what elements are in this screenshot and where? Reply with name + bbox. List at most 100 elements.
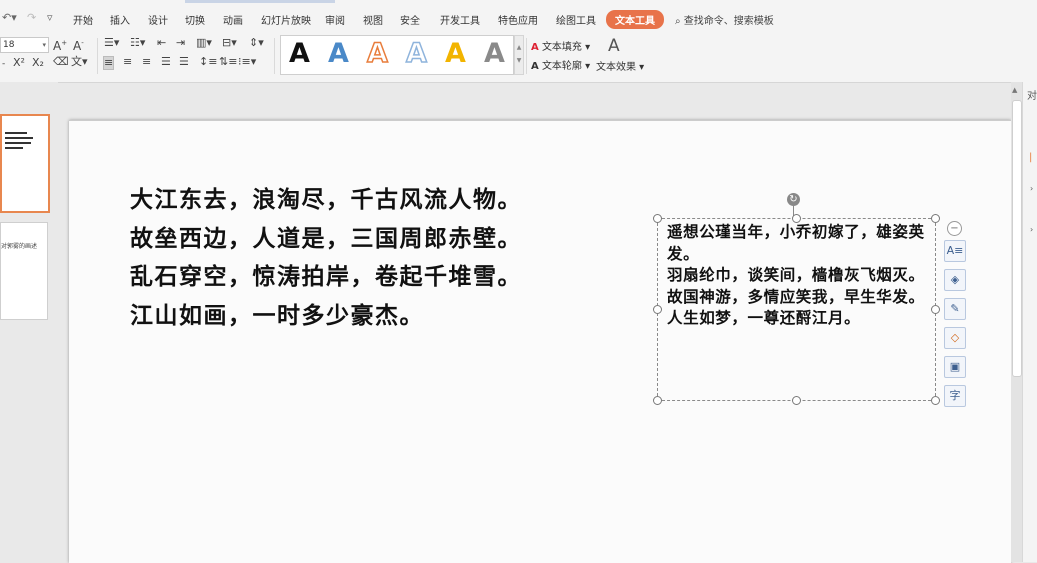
tab-insert[interactable]: 插入 bbox=[110, 12, 130, 27]
decrease-indent-icon[interactable]: ⇤ bbox=[157, 37, 166, 49]
slide-thumbnail-label: 对郭雾的画述 bbox=[1, 243, 38, 250]
wordart-style-black[interactable]: A bbox=[289, 37, 310, 71]
text-effect-icon[interactable]: A bbox=[608, 36, 620, 56]
increase-indent-icon[interactable]: ⇥ bbox=[176, 37, 185, 49]
tab-view[interactable]: 视图 bbox=[363, 12, 383, 27]
paragraph-spacing-icon[interactable]: ⇅≡ bbox=[219, 56, 237, 68]
right-panel-tab-marker[interactable]: | bbox=[1029, 152, 1032, 163]
resize-handle[interactable] bbox=[653, 396, 662, 405]
scroll-up-icon[interactable]: ▲ bbox=[1012, 86, 1017, 94]
resize-handle[interactable] bbox=[653, 214, 662, 223]
more-icon[interactable]: - bbox=[2, 58, 5, 70]
resize-handle[interactable] bbox=[792, 396, 801, 405]
character-format-icon[interactable]: 字 bbox=[944, 385, 966, 407]
tab-security[interactable]: 安全 bbox=[400, 12, 420, 27]
distributed-icon[interactable]: ☰ bbox=[179, 56, 189, 68]
redo-icon[interactable]: ↷ bbox=[27, 11, 36, 24]
layers-icon[interactable]: ◈ bbox=[944, 269, 966, 291]
tab-animations[interactable]: 动画 bbox=[223, 12, 243, 27]
ribbon: ↶▾ ↷ ▿ 开始 插入 设计 切换 动画 幻灯片放映 审阅 视图 安全 开发工… bbox=[0, 0, 1037, 83]
poem-text-block-left[interactable]: 大江东去，浪淘尽，千古风流人物。 故垒西边，人道是，三国周郎赤壁。 乱石穿空，惊… bbox=[130, 181, 522, 335]
undo-icon[interactable]: ↶▾ bbox=[2, 11, 17, 24]
poem-line: 故国神游，多情应笑我，早生华发。 bbox=[667, 286, 925, 306]
eraser-icon[interactable]: ⌫ bbox=[53, 56, 69, 68]
align-left-icon[interactable]: ≡ bbox=[103, 56, 115, 70]
tab-slideshow[interactable]: 幻灯片放映 bbox=[261, 12, 311, 27]
resize-handle[interactable] bbox=[792, 214, 801, 223]
increase-font-size-icon[interactable]: A+ bbox=[53, 37, 67, 52]
text-outline-label: 文本轮廓 bbox=[541, 61, 582, 72]
text-fill-button[interactable]: A 文本填充 ▾ bbox=[531, 38, 590, 53]
decrease-font-size-icon[interactable]: A- bbox=[73, 37, 84, 52]
wordart-style-gallery[interactable]: A A A A A A bbox=[280, 35, 514, 75]
thumb-text-line bbox=[5, 132, 27, 134]
chevron-right-icon[interactable]: › bbox=[1030, 184, 1033, 193]
text-effect-label: 文本效果 bbox=[596, 62, 636, 73]
text-effect-button[interactable]: 文本效果 ▾ bbox=[596, 58, 644, 73]
resize-handle[interactable] bbox=[931, 396, 940, 405]
chevron-right-icon[interactable]: › bbox=[1030, 225, 1033, 234]
poem-line: 羽扇纶巾，谈笑间，樯橹灰飞烟灭。 bbox=[667, 265, 925, 285]
selected-text-box[interactable]: 遥想公瑾当年，小乔初嫁了，雄姿英发。 羽扇纶巾，谈笑间，樯橹灰飞烟灭。 故国神游… bbox=[653, 214, 940, 405]
slide-thumbnail-2[interactable]: 对郭雾的画述 bbox=[0, 222, 48, 320]
customize-quick-access-icon[interactable]: ▿ bbox=[47, 11, 53, 24]
justify-icon[interactable]: ☰ bbox=[161, 56, 171, 68]
rotate-handle-icon[interactable]: ↻ bbox=[787, 193, 800, 206]
wordart-style-orange-outline[interactable]: A bbox=[366, 37, 388, 71]
tab-home[interactable]: 开始 bbox=[73, 12, 93, 27]
tab-review[interactable]: 审阅 bbox=[325, 12, 345, 27]
paragraph-settings-icon[interactable]: ⁝≡▾ bbox=[238, 56, 256, 68]
separator bbox=[274, 38, 275, 74]
vertical-scrollbar[interactable]: ▲ bbox=[1011, 82, 1022, 562]
right-task-panel: 对 | › › bbox=[1022, 82, 1037, 562]
numbered-list-icon[interactable]: ☷▾ bbox=[130, 37, 145, 49]
columns-icon[interactable]: ▥▾ bbox=[196, 37, 212, 49]
superscript-icon[interactable]: X² bbox=[13, 57, 25, 69]
font-size-select[interactable]: 18 ▾ bbox=[0, 37, 49, 53]
wordart-style-gray[interactable]: A bbox=[484, 37, 505, 71]
font-size-value: 18 bbox=[3, 40, 15, 50]
poem-line: 大江东去，浪淘尽，千古风流人物。 bbox=[130, 186, 522, 213]
wordart-style-blue[interactable]: A bbox=[328, 37, 349, 71]
slide-thumbnail-1[interactable] bbox=[0, 114, 50, 213]
scrollbar-thumb[interactable] bbox=[1012, 100, 1022, 377]
resize-handle[interactable] bbox=[931, 214, 940, 223]
text-format-icon[interactable]: A≡ bbox=[944, 240, 966, 262]
shape-frame-icon[interactable]: ▣ bbox=[944, 356, 966, 378]
wordart-style-gold[interactable]: A bbox=[445, 37, 466, 71]
subscript-icon[interactable]: X₂ bbox=[32, 57, 44, 69]
text-outline-button[interactable]: A 文本轮廓 ▾ bbox=[531, 57, 590, 72]
resize-handle[interactable] bbox=[931, 305, 940, 314]
tab-drawing-tools[interactable]: 绘图工具 bbox=[556, 12, 596, 27]
search-icon: ⌕ bbox=[675, 16, 681, 27]
separator bbox=[97, 38, 98, 74]
tab-special-apps[interactable]: 特色应用 bbox=[498, 12, 538, 27]
command-search[interactable]: ⌕ 查找命令、搜索模板 bbox=[675, 12, 774, 27]
line-spacing-icon[interactable]: ↕≡ bbox=[199, 56, 217, 68]
align-center-icon[interactable]: ≡ bbox=[123, 56, 132, 68]
align-text-icon[interactable]: ⇕▾ bbox=[249, 37, 264, 49]
thumb-text-line bbox=[5, 147, 23, 149]
align-right-icon[interactable]: ≡ bbox=[142, 56, 151, 68]
bullet-list-icon[interactable]: ☰▾ bbox=[104, 37, 119, 49]
ribbon-tab-row: ↶▾ ↷ ▿ 开始 插入 设计 切换 动画 幻灯片放映 审阅 视图 安全 开发工… bbox=[0, 0, 1037, 34]
tab-transitions[interactable]: 切换 bbox=[185, 12, 205, 27]
wordart-style-lightblue-outline[interactable]: A bbox=[405, 37, 427, 71]
text-direction-icon[interactable]: ⊟▾ bbox=[222, 37, 237, 49]
search-placeholder: 查找命令、搜索模板 bbox=[683, 16, 774, 27]
outline-pen-icon[interactable]: ✎ bbox=[944, 298, 966, 320]
thumb-text-line bbox=[5, 137, 33, 139]
phonetic-guide-icon[interactable]: 文▾ bbox=[71, 56, 88, 68]
tab-developer[interactable]: 开发工具 bbox=[440, 12, 480, 27]
poem-text-block-right[interactable]: 遥想公瑾当年，小乔初嫁了，雄姿英发。 羽扇纶巾，谈笑间，樯橹灰飞烟灭。 故国神游… bbox=[667, 221, 929, 329]
resize-handle[interactable] bbox=[653, 305, 662, 314]
slide-thumbnail-panel: 对郭雾的画述 bbox=[0, 82, 58, 562]
gallery-scroll[interactable]: ▲ ▼ bbox=[514, 35, 524, 75]
poem-line: 遥想公瑾当年，小乔初嫁了，雄姿英发。 bbox=[667, 222, 925, 263]
collapse-toolbar-icon[interactable]: − bbox=[947, 221, 962, 236]
tab-text-tools[interactable]: 文本工具 bbox=[606, 10, 664, 29]
fill-bucket-icon[interactable]: ◇ bbox=[944, 327, 966, 349]
tab-design[interactable]: 设计 bbox=[148, 12, 168, 27]
text-outline-icon: A bbox=[531, 61, 539, 72]
slide-canvas[interactable]: 大江东去，浪淘尽，千古风流人物。 故垒西边，人道是，三国周郎赤壁。 乱石穿空，惊… bbox=[69, 120, 1011, 563]
